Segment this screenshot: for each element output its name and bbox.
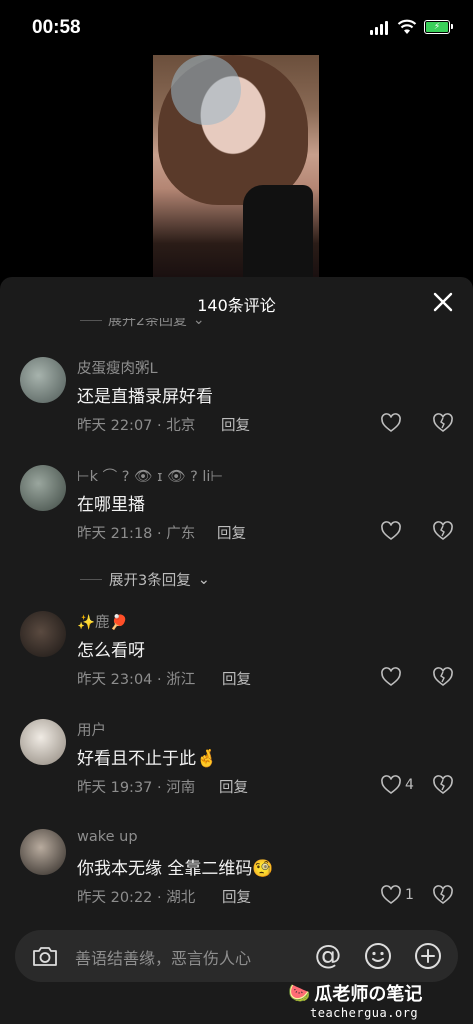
comment-input-bar[interactable]: 善语结善缘，恶言伤人心 @ (15, 930, 458, 982)
broken-heart-icon (433, 667, 453, 686)
camera-icon[interactable] (31, 943, 59, 969)
avatar[interactable] (20, 719, 66, 765)
comment-meta: 昨天 20:22 · 湖北 (77, 890, 196, 906)
comment-sheet: 140条评论 展开2条回复 ⌄ 皮蛋瘦肉粥L 还是直播录屏好看 昨天 22:07 … (0, 277, 473, 1024)
comment-text[interactable]: 好看且不止于此🤞 (77, 744, 217, 769)
comment-username[interactable]: ✨鹿🏓 (77, 611, 128, 632)
watermark-title: 瓜老师の笔记 (314, 984, 423, 1005)
video-preview[interactable] (153, 55, 319, 277)
expand-replies-button[interactable]: 展开3条回复 ⌄ (80, 569, 280, 590)
comment-meta: 昨天 23:04 · 浙江 (77, 672, 196, 688)
like-button[interactable] (380, 667, 402, 687)
close-icon[interactable] (432, 291, 454, 313)
status-bar: 00:58 ⚡ (0, 0, 473, 58)
comment-text[interactable]: 在哪里播 (77, 490, 145, 515)
sheet-title: 140条评论 (197, 296, 276, 315)
emoji-icon[interactable] (363, 941, 393, 971)
dislike-button[interactable] (432, 775, 454, 799)
expand-replies-label: 展开3条回复 (109, 573, 191, 589)
comment-username[interactable]: 皮蛋瘦肉粥L (77, 357, 158, 378)
comment-meta: 昨天 19:37 · 河南 (77, 780, 196, 796)
reply-button[interactable]: 回复 (221, 414, 250, 435)
comment-username[interactable]: wake up (77, 829, 138, 845)
heart-icon (381, 885, 401, 904)
like-button[interactable] (380, 413, 402, 433)
comment-item: ⊢k ⌒ ? 👁 ɪ 👁 ? li⊢ 在哪里播 昨天 21:18 · 广东 回复 (0, 465, 473, 565)
comment-username[interactable]: ⊢k ⌒ ? 👁 ɪ 👁 ? li⊢ (77, 465, 223, 486)
dislike-button[interactable] (432, 521, 454, 545)
heart-icon (381, 521, 401, 540)
like-button[interactable] (380, 521, 402, 541)
comment-text[interactable]: 你我本无缘 全靠二维码🧐 (77, 854, 274, 879)
comment-username[interactable]: 用户 (77, 719, 106, 740)
comment-text[interactable]: 怎么看呀 (77, 636, 145, 661)
watermark: 🍉 瓜老师の笔记 teachergua.org (288, 980, 468, 1021)
broken-heart-icon (433, 885, 453, 904)
comment-meta: 昨天 22:07 · 北京 (77, 418, 196, 434)
like-count: 4 (405, 777, 414, 793)
comment-item: 皮蛋瘦肉粥L 还是直播录屏好看 昨天 22:07 · 北京 回复 (0, 357, 473, 457)
at-mention-icon[interactable]: @ (313, 941, 343, 971)
heart-icon (381, 775, 401, 794)
watermelon-icon: 🍉 (288, 982, 311, 1004)
broken-heart-icon (433, 775, 453, 794)
dislike-button[interactable] (432, 885, 454, 909)
comment-meta: 昨天 21:18 · 广东 (77, 526, 196, 542)
heart-icon (381, 667, 401, 686)
broken-heart-icon (433, 413, 453, 432)
reply-button[interactable]: 回复 (219, 776, 248, 797)
comment-text[interactable]: 还是直播录屏好看 (77, 382, 213, 407)
avatar[interactable] (20, 357, 66, 403)
chevron-down-icon: ⌄ (197, 571, 210, 588)
comment-input[interactable]: 善语结善缘，恶言伤人心 (75, 945, 251, 969)
comment-item: 用户 好看且不止于此🤞 昨天 19:37 · 河南 回复 4 (0, 719, 473, 819)
dislike-button[interactable] (432, 667, 454, 691)
status-time: 00:58 (32, 17, 81, 38)
comment-item: ✨鹿🏓 怎么看呀 昨天 23:04 · 浙江 回复 (0, 611, 473, 711)
dislike-button[interactable] (432, 413, 454, 437)
comment-item: wake up 你我本无缘 全靠二维码🧐 昨天 20:22 · 湖北 回复 1 (0, 829, 473, 929)
heart-icon (381, 413, 401, 432)
like-button[interactable]: 4 (380, 775, 414, 795)
like-button[interactable]: 1 (380, 885, 414, 905)
plus-icon[interactable] (413, 941, 443, 971)
avatar[interactable] (20, 611, 66, 657)
wifi-icon (397, 18, 417, 36)
broken-heart-icon (433, 521, 453, 540)
like-count: 1 (405, 887, 414, 903)
watermark-url: teachergua.org (310, 1006, 419, 1020)
signal-icon (370, 21, 390, 35)
battery-icon: ⚡ (424, 20, 453, 34)
reply-button[interactable]: 回复 (222, 668, 251, 689)
expand-replies-partial[interactable]: 展开2条回复 ⌄ (80, 318, 280, 332)
avatar[interactable] (20, 465, 66, 511)
avatar[interactable] (20, 829, 66, 875)
reply-button[interactable]: 回复 (217, 522, 246, 543)
reply-button[interactable]: 回复 (222, 886, 251, 907)
